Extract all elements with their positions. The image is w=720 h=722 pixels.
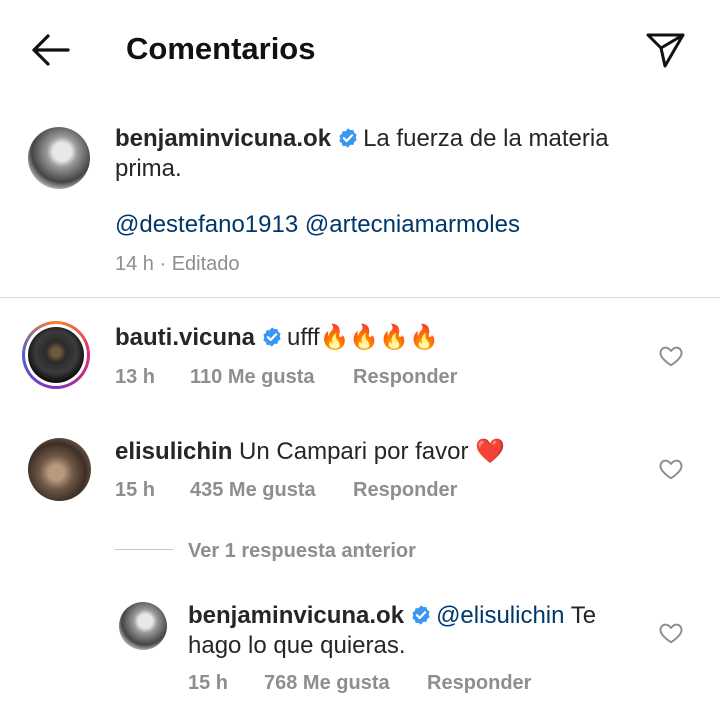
mention-link[interactable]: @elisulichin xyxy=(436,602,564,629)
reply-button[interactable]: Responder xyxy=(353,479,457,502)
reply-time: 15 h xyxy=(188,672,229,694)
likes-count[interactable]: 110 Me gusta xyxy=(190,366,315,389)
verified-badge-icon xyxy=(339,128,357,148)
verified-badge-icon xyxy=(263,327,281,347)
caption-line2: prima. xyxy=(115,155,182,182)
view-replies-button[interactable]: Ver 1 respuesta anterior xyxy=(188,540,416,563)
comment-username[interactable]: elisulichin xyxy=(115,438,232,465)
comment-body: Un Campari por favor ❤️ xyxy=(239,438,506,465)
comment-username[interactable]: bauti.vicuna xyxy=(115,324,255,351)
reply-button[interactable]: Responder xyxy=(353,366,457,389)
comment-body: ufff🔥🔥🔥🔥 xyxy=(287,324,440,351)
back-button[interactable] xyxy=(28,30,72,70)
avatar[interactable] xyxy=(28,438,91,501)
divider xyxy=(0,297,720,298)
heart-icon xyxy=(659,459,683,480)
mention-link[interactable]: @destefano1913 xyxy=(115,211,298,238)
comment-text: bauti.vicuna ufff🔥🔥🔥🔥 xyxy=(115,323,635,353)
like-button[interactable] xyxy=(658,456,684,482)
page-title: Comentarios xyxy=(126,31,316,66)
heart-icon xyxy=(659,346,683,367)
story-avatar[interactable] xyxy=(22,321,90,389)
caption-line1: La fuerza de la materia xyxy=(363,125,609,152)
heart-icon xyxy=(659,623,683,644)
reply-line1: Te xyxy=(570,602,597,629)
verified-badge-icon xyxy=(412,605,430,625)
paper-plane-icon xyxy=(646,33,685,68)
avatar[interactable] xyxy=(119,602,167,650)
reply-button[interactable]: Responder xyxy=(427,672,531,695)
avatar[interactable] xyxy=(28,127,90,189)
reply-text: benjaminvicuna.ok @elisulichin Te hago lo… xyxy=(188,601,628,661)
reply-line2: hago lo que quieras. xyxy=(188,632,406,659)
like-button[interactable] xyxy=(658,343,684,369)
edited-label: · Editado xyxy=(159,253,240,275)
comment-time: 13 h xyxy=(115,366,156,388)
like-button[interactable] xyxy=(658,620,684,646)
share-button[interactable] xyxy=(643,28,687,72)
likes-count[interactable]: 768 Me gusta xyxy=(264,672,390,695)
likes-count[interactable]: 435 Me gusta xyxy=(190,479,316,502)
arrow-left-icon xyxy=(32,34,70,66)
caption-mentions: @destefano1913 @artecniamarmoles xyxy=(115,210,520,240)
comment-time: 15 h xyxy=(115,479,156,501)
reply-thread-line xyxy=(115,549,173,550)
comment-meta: 13 h xyxy=(115,366,155,389)
mention-link[interactable]: @artecniamarmoles xyxy=(305,211,520,238)
caption-username[interactable]: benjaminvicuna.ok xyxy=(115,125,331,152)
comment-text: elisulichin Un Campari por favor ❤️ xyxy=(115,437,635,467)
reply-username[interactable]: benjaminvicuna.ok xyxy=(188,602,404,629)
caption-meta: 14 h · Editado xyxy=(115,253,240,276)
caption-text: benjaminvicuna.ok La fuerza de la materia… xyxy=(115,124,695,184)
caption-time: 14 h xyxy=(115,253,154,275)
